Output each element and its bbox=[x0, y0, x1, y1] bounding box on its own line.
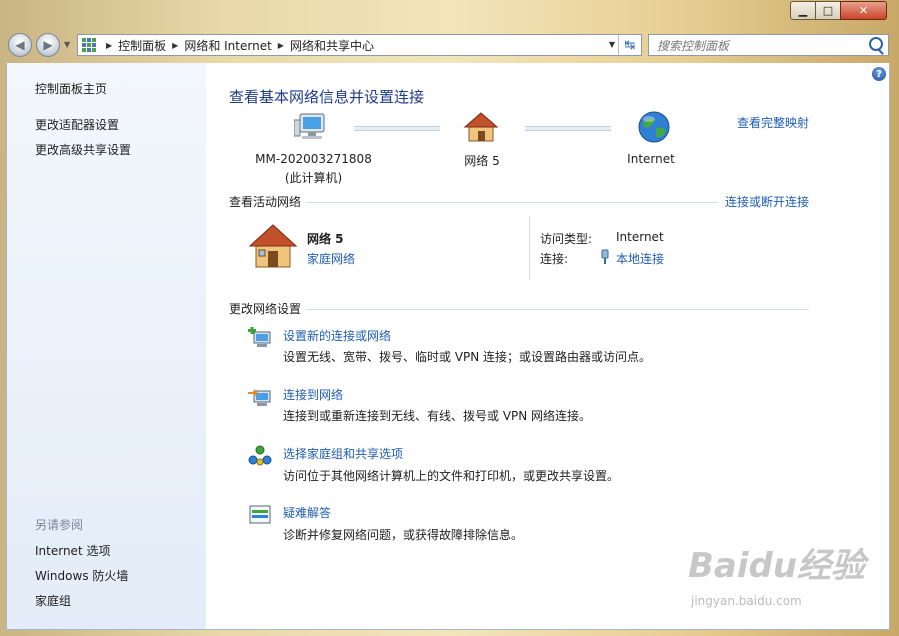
sidebar-item-change-advanced-sharing[interactable]: 更改高级共享设置 bbox=[35, 141, 131, 158]
address-dropdown-icon[interactable]: ▼ bbox=[609, 40, 615, 49]
breadcrumb-control-panel[interactable]: 控制面板 bbox=[118, 37, 166, 54]
sidebar-item-control-panel-home[interactable]: 控制面板主页 bbox=[35, 80, 107, 97]
minimize-button[interactable]: ▁ bbox=[790, 1, 816, 20]
control-panel-icon bbox=[82, 38, 96, 52]
task-homegroup-desc: 访问位于其他网络计算机上的文件和打印机，或更改共享设置。 bbox=[283, 469, 620, 483]
homegroup-icon bbox=[248, 445, 272, 466]
address-bar[interactable]: ▶ 控制面板 ▶ 网络和 Internet ▶ 网络和共享中心 ▼ ↹ bbox=[77, 34, 642, 56]
task-troubleshoot-desc: 诊断并修复网络问题，或获得故障排除信息。 bbox=[283, 528, 524, 542]
connect-disconnect-link[interactable]: 连接或断开连接 bbox=[725, 193, 809, 210]
task-connect-network-desc: 连接到或重新连接到无线、有线、拨号或 VPN 网络连接。 bbox=[283, 409, 592, 423]
search-icon[interactable] bbox=[869, 37, 883, 51]
chevron-right-icon[interactable]: ▶ bbox=[278, 41, 284, 50]
connect-network-icon bbox=[248, 389, 271, 406]
see-also-windows-firewall[interactable]: Windows 防火墙 bbox=[35, 567, 128, 584]
refresh-icon: ↹ bbox=[624, 37, 636, 53]
chevron-right-icon[interactable]: ▶ bbox=[172, 41, 178, 50]
breadcrumb-network-sharing-center[interactable]: 网络和共享中心 bbox=[290, 37, 374, 54]
access-type-label: 访问类型: bbox=[540, 232, 593, 246]
section-divider bbox=[306, 202, 718, 203]
close-button[interactable]: ✕ bbox=[840, 1, 887, 20]
vertical-divider bbox=[529, 216, 530, 280]
task-setup-connection-desc: 设置无线、宽带、拨号、临时或 VPN 连接；或设置路由器或访问点。 bbox=[283, 350, 652, 364]
map-connection-line bbox=[525, 126, 611, 131]
home-network-icon bbox=[248, 224, 298, 268]
internet-map-label: Internet bbox=[627, 152, 675, 166]
task-troubleshoot-link[interactable]: 疑难解答 bbox=[283, 504, 331, 521]
search-input[interactable] bbox=[655, 36, 864, 56]
network-type-link[interactable]: 家庭网络 bbox=[307, 250, 355, 267]
forward-button[interactable]: ▶ bbox=[36, 33, 60, 57]
task-setup-connection-link[interactable]: 设置新的连接或网络 bbox=[283, 327, 391, 344]
network-house-icon[interactable] bbox=[463, 110, 499, 144]
page-title: 查看基本网络信息并设置连接 bbox=[229, 88, 425, 106]
access-type-value: Internet bbox=[616, 230, 664, 244]
active-network-name: 网络 5 bbox=[307, 232, 344, 246]
local-connection-link[interactable]: 本地连接 bbox=[616, 250, 664, 267]
forward-arrow-icon: ▶ bbox=[43, 38, 53, 52]
internet-globe-icon[interactable] bbox=[637, 110, 671, 144]
computer-sub-label: (此计算机) bbox=[284, 171, 343, 185]
refresh-button[interactable]: ↹ bbox=[618, 35, 641, 55]
computer-name-label: MM-202003271808 bbox=[255, 152, 372, 166]
troubleshoot-icon bbox=[249, 505, 271, 524]
maximize-button[interactable]: □ bbox=[815, 1, 841, 20]
change-settings-heading: 更改网络设置 bbox=[229, 302, 302, 316]
see-also-internet-options[interactable]: Internet 选项 bbox=[35, 542, 110, 559]
chevron-right-icon[interactable]: ▶ bbox=[106, 41, 112, 50]
see-also-homegroup[interactable]: 家庭组 bbox=[35, 592, 71, 609]
task-connect-network-link[interactable]: 连接到网络 bbox=[283, 386, 343, 403]
title-bar bbox=[0, 0, 899, 28]
search-box[interactable] bbox=[648, 34, 889, 56]
task-homegroup-link[interactable]: 选择家庭组和共享选项 bbox=[283, 445, 403, 462]
ethernet-plug-icon bbox=[601, 249, 609, 264]
back-arrow-icon: ◀ bbox=[15, 38, 25, 52]
setup-connection-icon bbox=[248, 327, 271, 347]
see-also-heading: 另请参阅 bbox=[35, 518, 84, 532]
active-networks-heading: 查看活动网络 bbox=[229, 195, 302, 209]
recent-pages-dropdown-icon[interactable]: ▼ bbox=[64, 40, 70, 49]
view-full-map-link[interactable]: 查看完整映射 bbox=[737, 114, 809, 131]
left-task-pane: 控制面板主页 更改适配器设置 更改高级共享设置 另请参阅 Internet 选项… bbox=[6, 63, 206, 630]
network-map-label: 网络 5 bbox=[464, 154, 500, 168]
computer-icon[interactable] bbox=[294, 112, 330, 146]
sidebar-item-change-adapter-settings[interactable]: 更改适配器设置 bbox=[35, 116, 119, 133]
baidu-watermark-logo: Baidu经验 bbox=[688, 546, 866, 586]
baidu-watermark-url: jingyan.baidu.com bbox=[691, 594, 802, 608]
connection-label: 连接: bbox=[540, 252, 569, 266]
map-connection-line bbox=[354, 126, 440, 131]
help-icon[interactable]: ? bbox=[872, 67, 886, 81]
back-button[interactable]: ◀ bbox=[8, 33, 32, 57]
section-divider bbox=[306, 309, 809, 310]
breadcrumb-network-internet[interactable]: 网络和 Internet bbox=[184, 37, 271, 54]
